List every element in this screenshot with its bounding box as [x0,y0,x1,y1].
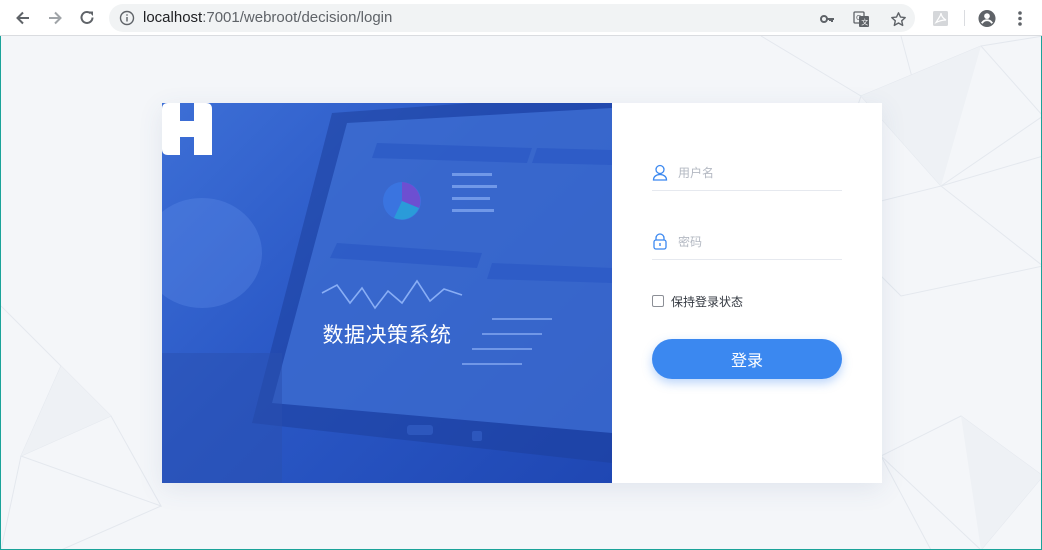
forward-icon [49,11,62,25]
login-button[interactable]: 登录 [652,339,842,379]
username-input[interactable] [678,156,838,190]
fr-logo [162,103,212,155]
login-page: 数据决策系统 保持登录状态 登 [0,36,1042,550]
back-icon [16,11,29,25]
browser-toolbar: localhost:7001/webroot/decision/login G … [0,0,1042,36]
forward-button[interactable] [43,6,67,30]
translate-icon[interactable]: G 文 [852,10,870,28]
url-text[interactable]: localhost:7001/webroot/decision/login [143,4,392,32]
login-form: 保持登录状态 登录 [652,103,842,483]
username-field[interactable] [652,156,842,191]
remember-me[interactable]: 保持登录状态 [652,293,743,309]
password-field[interactable] [652,225,842,260]
back-button[interactable] [11,6,35,30]
reload-button[interactable] [75,6,99,30]
pdf-extension-icon[interactable] [931,9,949,27]
user-icon [652,164,668,181]
login-card: 数据决策系统 保持登录状态 登 [162,103,882,483]
account-icon[interactable] [978,9,996,27]
svg-text:文: 文 [861,17,868,26]
reload-icon [80,10,94,24]
star-icon[interactable] [889,10,907,28]
key-icon[interactable] [818,10,836,28]
remember-label[interactable]: 保持登录状态 [671,293,743,310]
dashboard-tablet-illustration [162,103,612,483]
hero-banner: 数据决策系统 [162,103,612,483]
address-bar[interactable]: localhost:7001/webroot/decision/login G … [109,4,915,32]
url-host: localhost [143,9,203,26]
system-title: 数据决策系统 [322,324,452,347]
menu-icon[interactable] [1011,9,1029,27]
password-input[interactable] [678,225,838,259]
remember-checkbox[interactable] [652,295,664,307]
toolbar-separator [964,10,965,26]
url-path: :7001/webroot/decision/login [202,9,393,26]
info-icon[interactable] [119,10,135,26]
lock-icon [653,233,667,250]
